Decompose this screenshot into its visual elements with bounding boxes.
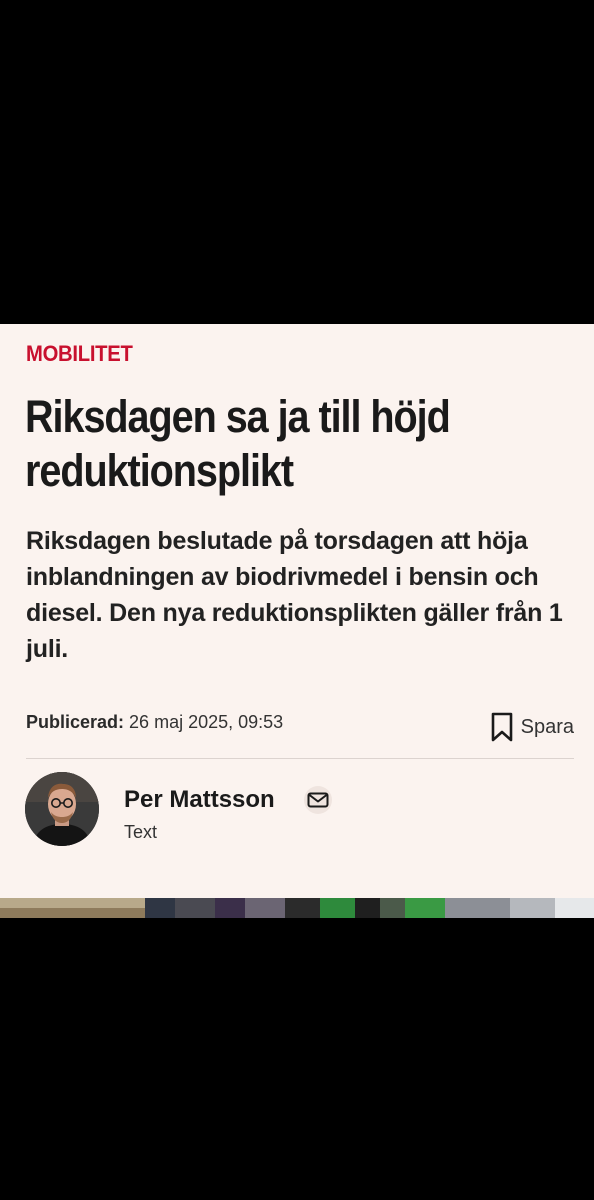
article-headline: Riksdagen sa ja till höjd reduktionsplik… [25, 391, 451, 496]
author-avatar[interactable] [25, 772, 99, 846]
screen: MOBILITET Riksdagen sa ja till höjd redu… [0, 0, 594, 1200]
article-image-preview[interactable] [0, 898, 594, 918]
mail-author-button[interactable] [304, 786, 332, 814]
published-date: 26 maj 2025, 09:53 [129, 712, 284, 732]
article-card: MOBILITET Riksdagen sa ja till höjd redu… [0, 324, 594, 898]
published-info: Publicerad: 26 maj 2025, 09:53 [26, 712, 283, 733]
author-role: Text [124, 822, 158, 842]
bookmark-icon [491, 712, 512, 742]
save-label: Spara [520, 715, 574, 738]
mail-icon [307, 792, 329, 808]
avatar-photo [25, 772, 99, 846]
section-kicker[interactable]: MOBILITET [26, 341, 133, 367]
fuel-pump-photo [0, 898, 594, 918]
article-lead: Riksdagen beslutade på torsdagen att höj… [26, 527, 563, 663]
divider [26, 758, 574, 759]
article-meta: Publicerad: 26 maj 2025, 09:53 Spara [26, 710, 574, 746]
save-button[interactable]: Spara [489, 710, 574, 744]
published-label: Publicerad: [26, 712, 125, 732]
author-name[interactable]: Per Mattsson [124, 786, 275, 814]
